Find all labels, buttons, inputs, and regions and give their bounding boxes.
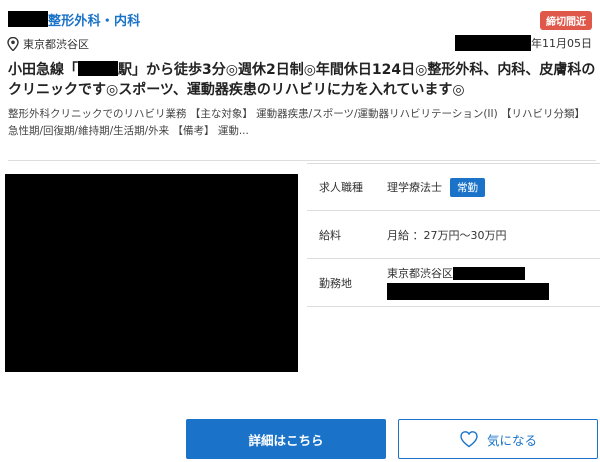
posted-date-text: 年11月05日 — [531, 37, 592, 50]
job-description: 整形外科クリニックでのリハビリ業務 【主な対象】 運動器疾患/スポーツ/運動器リ… — [8, 108, 586, 137]
redacted-block — [387, 283, 549, 300]
headline-part-1: 小田急線「 — [8, 62, 78, 78]
redacted-block — [455, 35, 531, 51]
job-type-value-cell: 理学療法士 常勤 — [377, 177, 600, 197]
redacted-block — [453, 266, 525, 280]
redacted-block — [78, 61, 118, 76]
posted-date: 年11月05日 — [455, 35, 592, 51]
job-header: 整形外科・内科 — [8, 8, 140, 30]
employment-badge: 常勤 — [450, 177, 485, 197]
location-row: 東京都渋谷区 — [7, 35, 89, 53]
map-pin-icon — [7, 37, 19, 51]
favorite-button-label: 気になる — [486, 432, 537, 448]
salary-value: 月給 ：27万円〜30万円 — [387, 228, 507, 242]
work-location-label: 勤務地 — [319, 276, 352, 290]
job-info-table: 求人職種 理学療法士 常勤 給料 月給 ：27万円〜30万円 勤務地 東京都渋谷区 — [307, 163, 600, 307]
job-headline[interactable]: 小田急線「 駅」から徒歩3分◎週休2日制◎年間休日124日◎整形外科、内科、皮膚科… — [8, 60, 596, 100]
info-row-job-type: 求人職種 理学療法士 常勤 — [307, 163, 600, 211]
work-location-line: 東京都渋谷区 — [387, 265, 600, 281]
job-type-label: 求人職種 — [319, 181, 363, 194]
clinic-name-link[interactable]: 整形外科・内科 — [48, 10, 140, 29]
deadline-badge: 締切間近 — [540, 11, 592, 30]
job-type-value: 理学療法士 — [387, 180, 442, 194]
info-row-salary: 給料 月給 ：27万円〜30万円 — [307, 211, 600, 259]
heart-icon — [460, 431, 478, 448]
salary-label: 給料 — [319, 228, 341, 242]
redacted-block — [8, 11, 48, 27]
work-location-value-cell: 東京都渋谷区 — [377, 265, 600, 300]
info-row-location: 勤務地 東京都渋谷区 — [307, 259, 600, 307]
clinic-photo — [5, 174, 298, 372]
work-location-value: 東京都渋谷区 — [387, 267, 453, 280]
divider — [8, 160, 596, 161]
favorite-button[interactable]: 気になる — [398, 419, 598, 459]
detail-button[interactable]: 詳細はこちら — [186, 419, 386, 459]
location-text: 東京都渋谷区 — [23, 38, 89, 51]
